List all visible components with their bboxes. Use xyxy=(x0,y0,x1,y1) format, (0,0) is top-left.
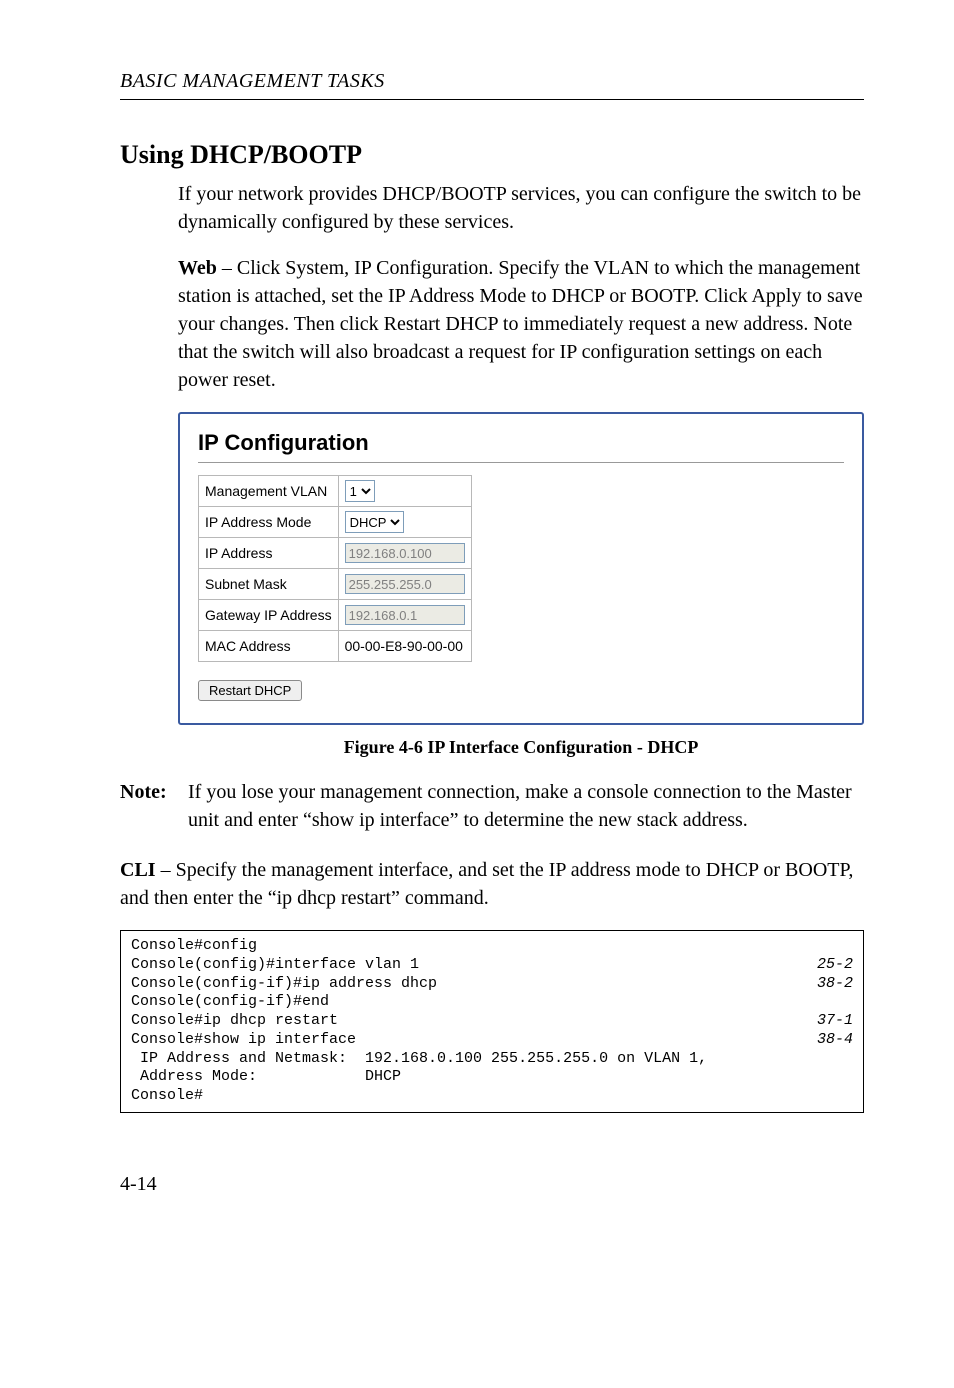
panel-divider xyxy=(198,462,844,463)
cli-line: Console(config)#interface vlan 1 xyxy=(131,956,807,975)
mode-label: IP Address Mode xyxy=(199,507,339,538)
ip-input xyxy=(345,543,465,563)
mac-label: MAC Address xyxy=(199,631,339,662)
paragraph-cli: CLI – Specify the management interface, … xyxy=(120,856,864,912)
section-title: Using DHCP/BOOTP xyxy=(120,140,864,170)
cli-ref: 37-1 xyxy=(807,1012,853,1031)
web-lead: Web xyxy=(178,257,217,279)
ip-label: IP Address xyxy=(199,538,339,569)
mask-label: Subnet Mask xyxy=(199,569,339,600)
config-table: Management VLAN 1 IP Address Mode DHCP xyxy=(198,475,472,662)
cli-ref: 38-4 xyxy=(807,1031,853,1050)
mac-value: 00-00-E8-90-00-00 xyxy=(338,631,471,662)
cli-ref: 38-2 xyxy=(807,975,853,994)
web-text: – Click System, IP Configuration. Specif… xyxy=(178,257,863,391)
cli-line: Console(config-if)#ip address dhcp xyxy=(131,975,807,994)
cli-line: Console(config-if)#end xyxy=(131,993,853,1012)
mgmt-vlan-label: Management VLAN xyxy=(199,476,339,507)
cli-listing: Console#configConsole(config)#interface … xyxy=(120,930,864,1113)
cli-ref: 25-2 xyxy=(807,956,853,975)
cli-lead: CLI xyxy=(120,859,156,881)
running-header: BASIC MANAGEMENT TASKS xyxy=(120,70,864,93)
cli-line: Address Mode: DHCP xyxy=(131,1068,853,1087)
cli-line: IP Address and Netmask: 192.168.0.100 25… xyxy=(131,1050,853,1069)
paragraph-web: Web – Click System, IP Configuration. Sp… xyxy=(178,254,864,394)
cli-line: Console#ip dhcp restart xyxy=(131,1012,807,1031)
mode-select[interactable]: DHCP xyxy=(345,511,404,533)
note-block: Note: If you lose your management connec… xyxy=(120,778,864,834)
note-label: Note: xyxy=(120,778,188,834)
figure-caption: Figure 4-6 IP Interface Configuration - … xyxy=(178,737,864,758)
gw-label: Gateway IP Address xyxy=(199,600,339,631)
header-rule xyxy=(120,99,864,100)
mgmt-vlan-select[interactable]: 1 xyxy=(345,480,375,502)
cli-text: – Specify the management interface, and … xyxy=(120,859,853,909)
cli-line: Console#config xyxy=(131,937,853,956)
gw-input xyxy=(345,605,465,625)
panel-title: IP Configuration xyxy=(198,430,844,456)
restart-dhcp-button[interactable]: Restart DHCP xyxy=(198,680,302,701)
page-number: 4-14 xyxy=(120,1173,864,1196)
note-text: If you lose your management connection, … xyxy=(188,778,864,834)
mask-input xyxy=(345,574,465,594)
paragraph-intro: If your network provides DHCP/BOOTP serv… xyxy=(178,180,864,236)
cli-line: Console# xyxy=(131,1087,853,1106)
cli-line: Console#show ip interface xyxy=(131,1031,807,1050)
ip-configuration-panel: IP Configuration Management VLAN 1 IP Ad… xyxy=(178,412,864,725)
